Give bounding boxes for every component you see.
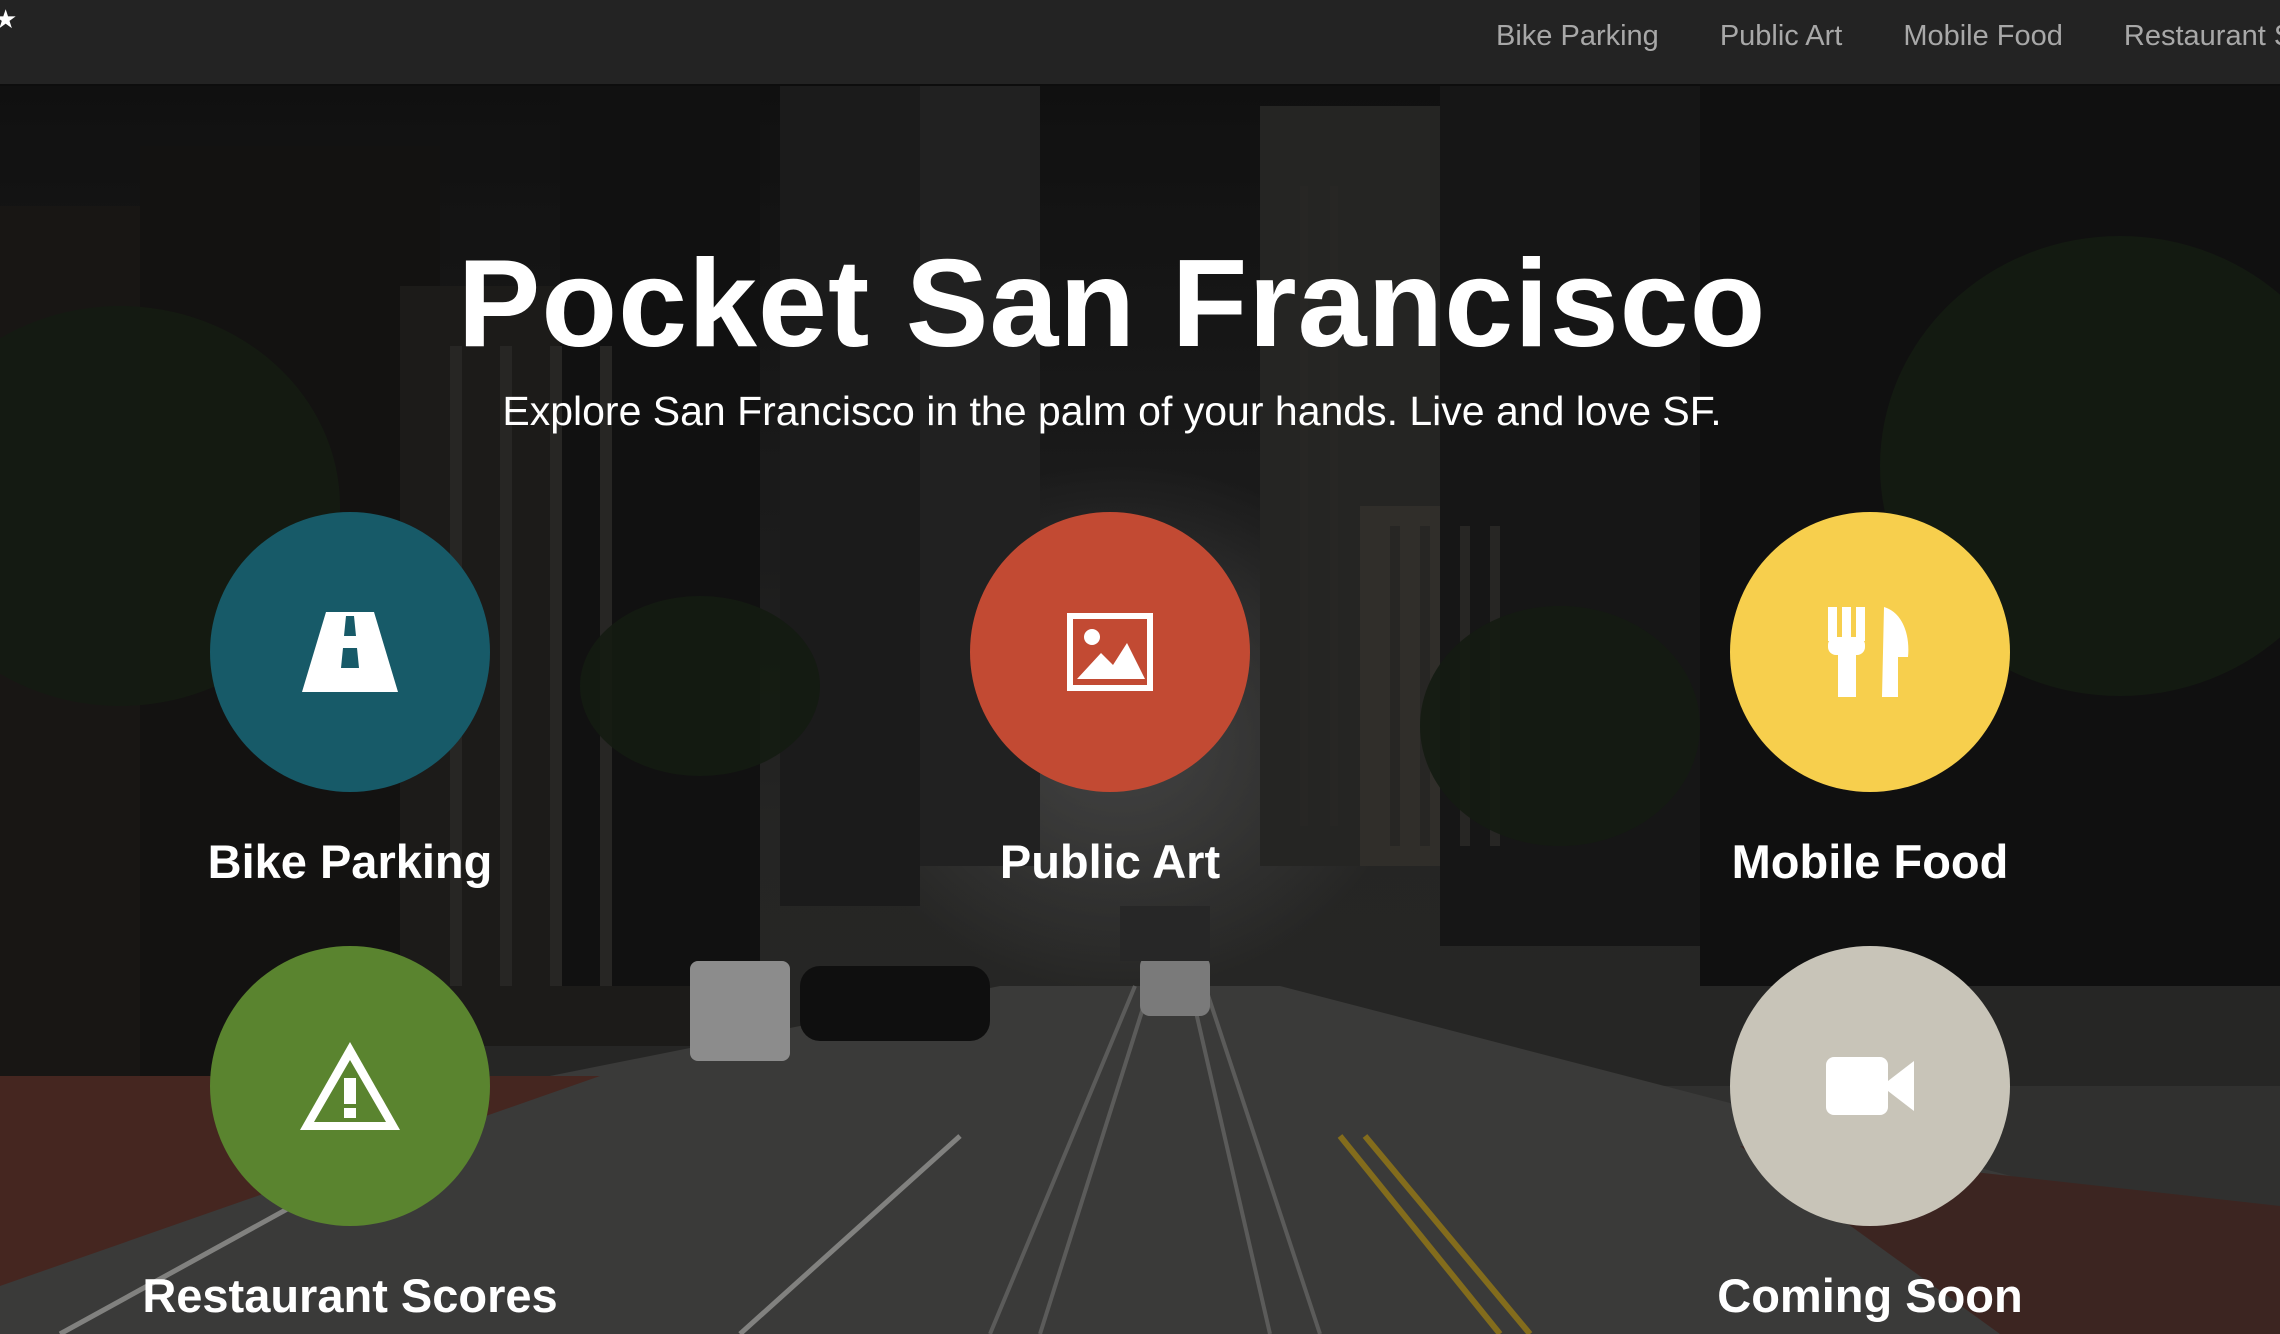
tile-label-coming-soon: Coming Soon	[1717, 1269, 2023, 1322]
brand-star-icon[interactable]: ★	[0, 6, 17, 32]
bike-parking-circle[interactable]	[210, 512, 490, 792]
tile-label-public-art: Public Art	[999, 835, 1221, 888]
tile-label-mobile-food: Mobile Food	[1731, 835, 2009, 888]
fork-knife-icon	[1828, 607, 1909, 697]
restaurant-scores-circle[interactable]	[210, 946, 490, 1226]
public-art-circle[interactable]	[970, 512, 1250, 792]
tile-label-bike-parking: Bike Parking	[207, 835, 493, 888]
image-icon	[1067, 613, 1153, 691]
coming-soon-circle[interactable]	[1730, 946, 2010, 1226]
mobile-food-circle[interactable]	[1730, 512, 2010, 792]
nav-links: Bike Parking Public Art Mobile Food Rest…	[1496, 0, 2280, 72]
warning-icon	[300, 1042, 400, 1130]
nav-link-restaurant-scores[interactable]: Restaurant Scores	[2124, 20, 2280, 53]
road-icon	[302, 612, 398, 692]
tile-restaurant-scores[interactable]: Restaurant Scores	[70, 946, 630, 1326]
tile-mobile-food[interactable]: Mobile Food	[1590, 512, 2150, 892]
tile-bike-parking[interactable]: Bike Parking	[70, 512, 630, 892]
tile-label-restaurant-scores: Restaurant Scores	[142, 1269, 558, 1322]
tile-coming-soon[interactable]: Coming Soon	[1590, 946, 2150, 1326]
page-subtitle: Explore San Francisco in the palm of you…	[502, 388, 1722, 434]
hero-section: Pocket San Francisco Explore San Francis…	[0, 86, 2280, 1334]
nav-link-bike-parking[interactable]: Bike Parking	[1496, 20, 1659, 53]
top-navbar: ★ Bike Parking Public Art Mobile Food Re…	[0, 0, 2280, 86]
tile-public-art[interactable]: Public Art	[830, 512, 1390, 892]
page-title: Pocket San Francisco	[457, 235, 1767, 373]
nav-link-mobile-food[interactable]: Mobile Food	[1903, 20, 2063, 53]
video-camera-icon	[1826, 1057, 1914, 1115]
nav-link-public-art[interactable]: Public Art	[1720, 20, 1843, 53]
